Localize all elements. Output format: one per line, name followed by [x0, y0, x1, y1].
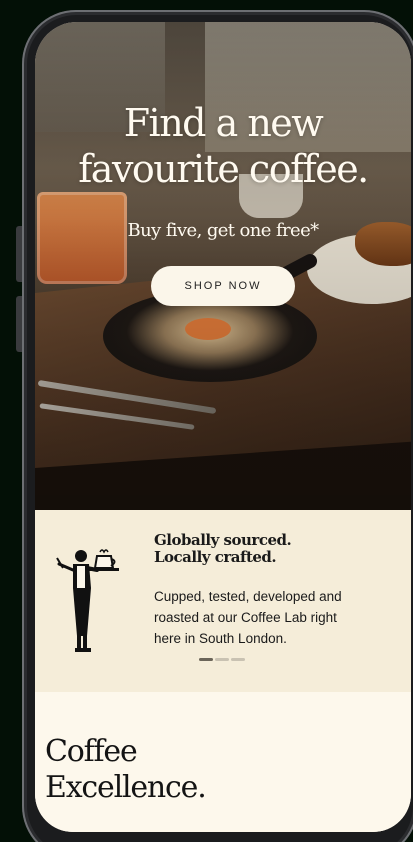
promo-body-line-1: Cupped, tested, developed and [154, 589, 342, 604]
carousel-dot[interactable] [231, 658, 245, 661]
promo-heading-line-2: Locally crafted. [154, 548, 277, 566]
waiter-illustration-icon [56, 549, 119, 652]
promo-heading: Globally sourced. Locally crafted. [154, 532, 394, 566]
excellence-title: Coffee Excellence. [45, 734, 207, 806]
hero-banner: Find a new favourite coffee. Buy five, g… [35, 22, 411, 510]
hero-title-line-1: Find a new [123, 101, 324, 145]
phone-volume-down-button [16, 296, 22, 352]
promo-carousel: Globally sourced. Locally crafted. Cuppe… [35, 510, 411, 692]
excellence-title-line-1: Coffee [45, 734, 138, 769]
carousel-dot[interactable] [215, 658, 229, 661]
carousel-indicator [199, 658, 245, 662]
hero-title: Find a new favourite coffee. [35, 100, 411, 192]
promo-heading-line-1: Globally sourced. [154, 531, 292, 549]
promo-body-line-3: here in South London. [154, 631, 287, 646]
promo-body: Cupped, tested, developed and roasted at… [154, 586, 390, 649]
hero-subtitle: Buy five, get one free* [127, 220, 319, 241]
hero-title-line-2: favourite coffee. [78, 147, 369, 191]
phone-screen: Find a new favourite coffee. Buy five, g… [35, 22, 411, 832]
phone-volume-up-button [16, 226, 22, 282]
coffee-excellence-section: Coffee Excellence. [35, 692, 411, 832]
canvas: Find a new favourite coffee. Buy five, g… [0, 0, 413, 842]
carousel-dot[interactable] [199, 658, 213, 661]
promo-body-line-2: roasted at our Coffee Lab right [154, 610, 337, 625]
shop-now-button[interactable]: SHOP NOW [151, 266, 295, 306]
excellence-title-line-2: Excellence. [45, 770, 207, 805]
